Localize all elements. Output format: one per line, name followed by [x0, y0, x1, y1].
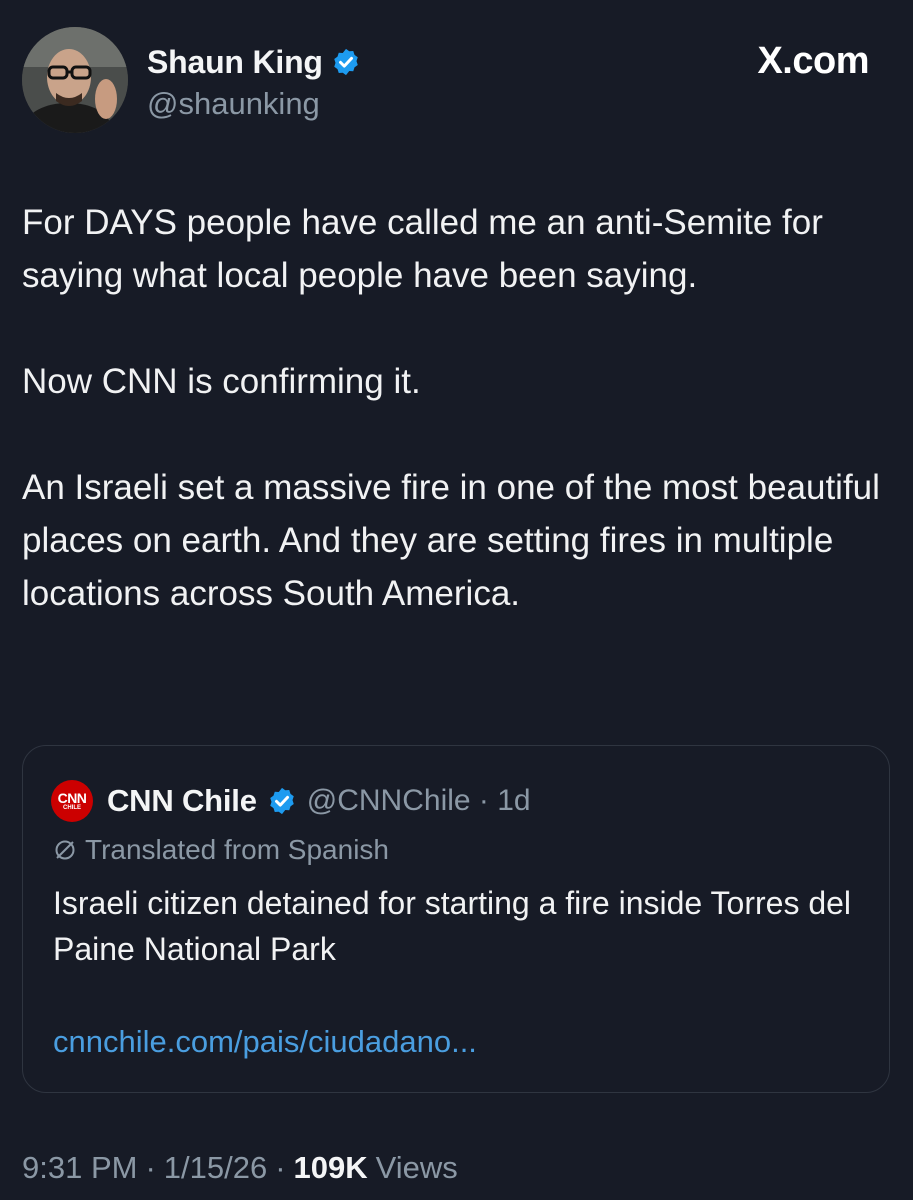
cnn-logo-subtext: CHILE — [63, 804, 81, 811]
author-avatar[interactable] — [22, 27, 128, 133]
tweet-text: For DAYS people have called me an anti-S… — [22, 196, 897, 620]
tweet-paragraph: Now CNN is confirming it. — [22, 362, 421, 401]
tweet-time[interactable]: 9:31 PM — [22, 1150, 137, 1186]
avatar-image — [22, 27, 128, 133]
quote-handle-time[interactable]: @CNNChile · 1d — [307, 784, 531, 818]
author-name-row: Shaun King — [147, 40, 361, 84]
translated-label-row: Translated from Spanish — [53, 834, 389, 866]
tweet-date[interactable]: 1/15/26 — [164, 1150, 267, 1186]
tweet-footer: 9:31 PM · 1/15/26 · 109K Views — [22, 1150, 458, 1186]
translated-label: Translated from Spanish — [85, 834, 389, 865]
views-label: Views — [375, 1150, 458, 1185]
site-label: X.com — [757, 40, 869, 82]
tweet-paragraph: For DAYS people have called me an anti-S… — [22, 203, 823, 295]
tweet-paragraph: An Israeli set a massive fire in one of … — [22, 468, 880, 613]
globe-slash-icon — [55, 840, 75, 860]
cnn-logo-text: CNN — [57, 789, 87, 806]
quote-link[interactable]: cnnchile.com/pais/ciudadano... — [53, 1024, 477, 1060]
quote-header: CNN CHILE CNN Chile @CNNChile · 1d — [51, 776, 531, 826]
author-name[interactable]: Shaun King — [147, 44, 323, 81]
separator-dot: · — [275, 1150, 286, 1185]
views-count: 109K — [293, 1150, 368, 1185]
cnn-chile-avatar[interactable]: CNN CHILE — [51, 780, 93, 822]
quote-author-name[interactable]: CNN Chile — [107, 783, 257, 819]
verified-badge-icon — [334, 48, 358, 76]
quoted-tweet-card[interactable]: CNN CHILE CNN Chile @CNNChile · 1d Trans… — [22, 745, 890, 1093]
quote-text: Israeli citizen detained for starting a … — [53, 885, 852, 967]
separator-dot: · — [145, 1150, 156, 1185]
verified-badge-icon — [270, 787, 294, 815]
author-handle[interactable]: @shaunking — [147, 86, 320, 122]
